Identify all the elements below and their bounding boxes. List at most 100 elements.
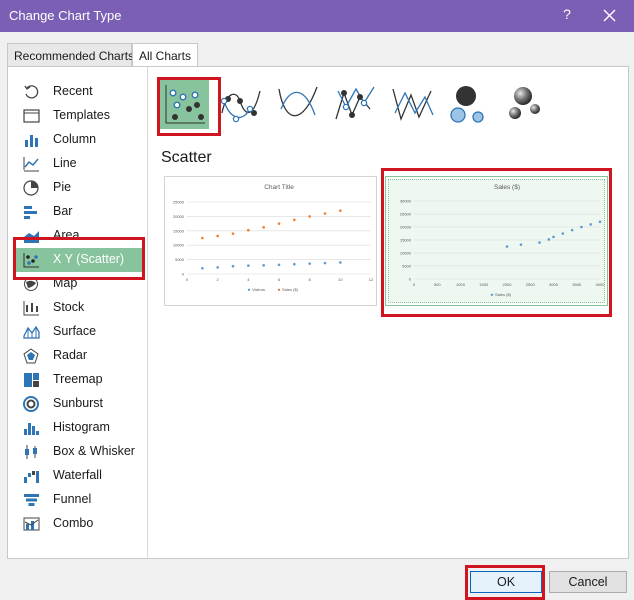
pie-chart-icon (23, 180, 39, 196)
sidebar-item-line[interactable]: Line (15, 152, 143, 176)
data-point (323, 261, 327, 265)
sidebar-item-radar[interactable]: Radar (15, 344, 143, 368)
scatter-smooth-lines-icon (278, 86, 318, 117)
subtype-scatter-smooth-lines-markers[interactable] (216, 79, 266, 129)
combo-chart-icon (23, 517, 40, 531)
chart-preview-visitors-sales[interactable]: Chart Title 0 5000 10000 15000 20000 25000 0 2 4 6… (164, 176, 377, 306)
sidebar-item-label: Stock (53, 300, 85, 314)
subtype-scatter-straight-lines[interactable] (387, 79, 437, 129)
x-tick-label: 2 (217, 277, 220, 282)
data-point (216, 234, 219, 238)
scatter-straight-lines-icon (392, 88, 434, 122)
surface-chart-icon (23, 325, 40, 339)
legend-label: Visitors (252, 287, 265, 292)
data-point (308, 215, 311, 218)
x-tick-label: 3500 (572, 282, 582, 287)
y-tick-label: 0 (409, 277, 412, 282)
subtype-3d-bubble[interactable] (501, 79, 551, 129)
sidebar-item-label: Area (53, 228, 80, 242)
data-point (589, 223, 592, 226)
y-tick-label: 30000 (400, 199, 412, 204)
sidebar-item-templates[interactable]: Templates (15, 104, 143, 128)
sidebar-item-sunburst[interactable]: Sunburst (15, 392, 143, 416)
close-icon (603, 9, 616, 22)
stock-chart-icon (23, 301, 39, 316)
y-tick-label: 10000 (173, 243, 185, 248)
chart-category-list: Recent Templates Column Line Pie Bar Are… (8, 67, 148, 558)
sidebar-item-label: Waterfall (53, 468, 102, 482)
data-point (262, 226, 265, 229)
y-tick-label: 20000 (173, 214, 185, 219)
selected-subtype-heading: Scatter (161, 149, 212, 166)
data-point (547, 238, 551, 241)
y-tick-label: 25000 (173, 200, 185, 205)
data-point (580, 225, 583, 229)
sidebar-item-label: Map (53, 276, 78, 290)
sidebar-item-recent[interactable]: Recent (15, 80, 143, 104)
sidebar-item-stock[interactable]: Stock (15, 296, 143, 320)
sidebar-item-area[interactable]: Area (15, 224, 143, 248)
sidebar-item-box-whisker[interactable]: Box & Whisker (15, 440, 143, 464)
scatter-preview-chart-1: Chart Title 0 5000 10000 15000 20000 25000 0 2 4 6… (173, 184, 374, 292)
data-point (277, 222, 281, 225)
sunburst-chart-icon (23, 396, 39, 412)
data-point (505, 245, 509, 248)
sidebar-item-waterfall[interactable]: Waterfall (15, 464, 143, 488)
templates-icon (23, 109, 40, 123)
chart-preview-sales[interactable]: Sales ($) 0 5000 10000 15000 20000 25000 30000 0… (385, 176, 608, 306)
y-tick-label: 25000 (400, 212, 412, 217)
sidebar-item-histogram[interactable]: Histogram (15, 416, 143, 440)
sidebar-item-pie[interactable]: Pie (15, 176, 143, 200)
cancel-button[interactable]: Cancel (549, 571, 627, 593)
x-tick-label: 4 (247, 277, 250, 282)
subtype-scatter-smooth-lines[interactable] (273, 79, 323, 129)
data-point (277, 263, 281, 267)
box-whisker-chart-icon (25, 445, 37, 459)
scatter-chart-icon (23, 253, 39, 268)
sidebar-item-label: Funnel (53, 492, 92, 506)
data-point (201, 236, 204, 240)
sidebar-item-label: Templates (53, 108, 110, 122)
data-point (519, 243, 523, 246)
sidebar-item-label: Recent (53, 84, 93, 98)
y-tick-label: 10000 (400, 251, 412, 256)
sidebar-item-label: Sunburst (53, 396, 104, 410)
help-button[interactable]: ? (560, 6, 574, 22)
subtype-bubble[interactable] (444, 79, 494, 129)
close-button[interactable] (601, 5, 619, 25)
sidebar-item-surface[interactable]: Surface (15, 320, 143, 344)
bubble-icon (450, 86, 484, 123)
tab-all-charts[interactable]: All Charts (132, 43, 198, 68)
sidebar-item-label: Treemap (53, 372, 103, 386)
data-point (308, 262, 311, 265)
area-chart-icon (24, 231, 39, 243)
scatter-smooth-lines-markers-icon (220, 90, 261, 123)
sidebar-item-funnel[interactable]: Funnel (15, 488, 143, 512)
sidebar-item-label: Column (53, 132, 97, 146)
x-tick-label: 1000 (456, 282, 466, 287)
subtype-scatter[interactable] (159, 79, 209, 129)
subtype-scatter-straight-lines-markers[interactable] (330, 79, 380, 129)
legend-marker (277, 288, 281, 291)
sidebar-item-label: X Y (Scatter) (53, 252, 125, 266)
column-chart-icon (25, 135, 38, 147)
preview-chart-title: Sales ($) (494, 184, 520, 191)
y-tick-label: 5000 (175, 257, 185, 262)
sidebar-item-treemap[interactable]: Treemap (15, 368, 143, 392)
sidebar-item-bar[interactable]: Bar (15, 200, 143, 224)
data-point (262, 264, 265, 267)
sidebar-item-xy-scatter[interactable]: X Y (Scatter) (15, 248, 143, 272)
data-point (598, 220, 602, 224)
ok-button[interactable]: OK (470, 571, 542, 593)
y-tick-label: 5000 (402, 264, 412, 269)
sidebar-item-combo[interactable]: Combo (15, 512, 143, 536)
sidebar-item-label: Histogram (53, 420, 110, 434)
x-tick-label: 12 (369, 277, 374, 282)
sidebar-item-column[interactable]: Column (15, 128, 143, 152)
dialog-title: Change Chart Type (9, 8, 122, 23)
y-tick-label: 20000 (400, 225, 412, 230)
y-tick-label: 0 (182, 272, 185, 277)
data-point (216, 266, 219, 269)
tab-recommended-charts[interactable]: Recommended Charts (7, 43, 134, 67)
sidebar-item-map[interactable]: Map (15, 272, 143, 296)
